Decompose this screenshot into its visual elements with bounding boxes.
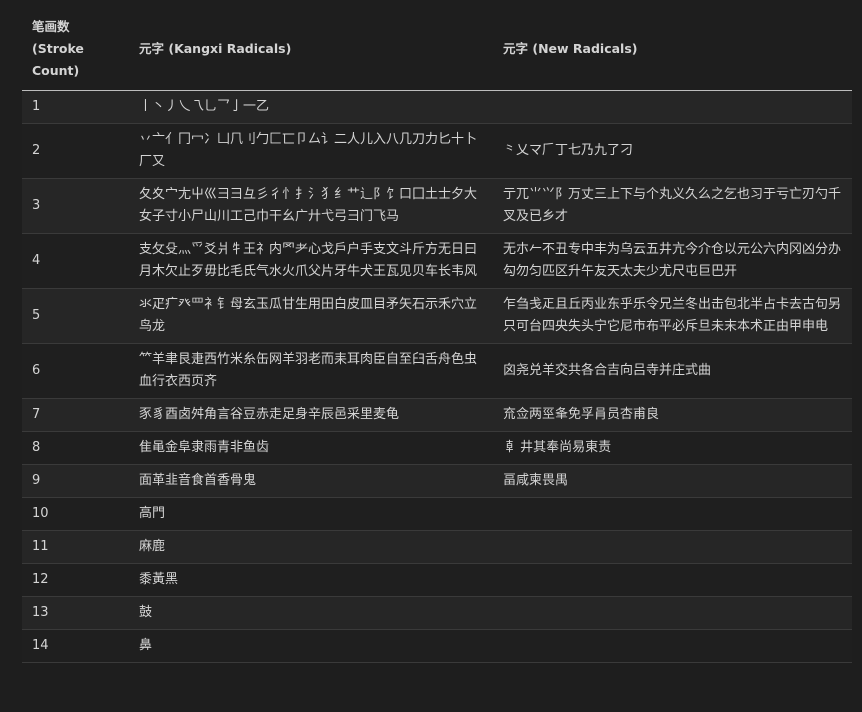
table-row: 13 鼓 [22, 596, 852, 630]
table-row: 11 麻鹿 [22, 530, 852, 564]
stroke-count-cell: 5 [22, 288, 129, 344]
header-kangxi-radicals: 元字 (Kangxi Radicals) [129, 10, 493, 91]
table-header: 笔画数 (Stroke Count) 元字 (Kangxi Radicals) … [22, 10, 852, 91]
stroke-count-cell: 13 [22, 596, 129, 630]
kangxi-radicals-cell: 麻鹿 [129, 530, 493, 564]
table-row: 1 丨丶丿乀乁乚乛亅一乙 [22, 90, 852, 124]
kangxi-radicals-cell: 黍黃黑 [129, 563, 493, 597]
stroke-count-cell: 7 [22, 398, 129, 432]
new-radicals-cell [493, 596, 852, 630]
new-radicals-cell [493, 530, 852, 564]
new-radicals-cell [493, 90, 852, 124]
table-row: 6 ⺮羊聿艮疌西竹米糸缶网羊羽老而耒耳肉臣自至臼舌舟色虫血行衣西页齐 囟尧兑羊交… [22, 343, 852, 399]
header-stroke-count: 笔画数 (Stroke Count) [22, 10, 129, 91]
kangxi-radicals-cell: 夂夊宀尢屮巛⺕彐彑彡彳忄扌氵犭纟艹辶阝饣口囗土士夕大女子寸小尸山川工己巾干幺广廾… [129, 178, 493, 234]
stroke-count-cell: 6 [22, 343, 129, 399]
new-radicals-cell [493, 497, 852, 531]
table-row: 4 支攵殳灬爫爻爿牜王礻内罓耂心戈戶户手支文斗斤方无日曰月木欠止歹毋比毛氏气水火… [22, 233, 852, 289]
kangxi-radicals-cell: 隹黾金阜隶雨青非鱼齿 [129, 431, 493, 465]
kangxi-radicals-cell: ⺮羊聿艮疌西竹米糸缶网羊羽老而耒耳肉臣自至臼舌舟色虫血行衣西页齐 [129, 343, 493, 399]
table-body: 1 丨丶丿乀乁乚乛亅一乙 2 丷亠亻冂冖冫凵𠘨刂勹匚匸卩厶讠二人儿入八几刀力匕十… [22, 90, 852, 663]
stroke-count-cell: 3 [22, 178, 129, 234]
kangxi-radicals-cell: 鼓 [129, 596, 493, 630]
header-new-radicals: 元字 (New Radicals) [493, 10, 852, 91]
kangxi-radicals-cell: 鼻 [129, 629, 493, 663]
stroke-count-cell: 9 [22, 464, 129, 498]
stroke-count-cell: 1 [22, 90, 129, 124]
stroke-count-cell: 12 [22, 563, 129, 597]
kangxi-radicals-cell: 丨丶丿乀乁乚乛亅一乙 [129, 90, 493, 124]
table-row: 2 丷亠亻冂冖冫凵𠘨刂勹匚匸卩厶讠二人儿入八几刀力匕十卜厂又 ⺀乂マ𠂆丁七乃九了… [22, 123, 852, 179]
table-row: 8 隹黾金阜隶雨青非鱼齿 𠦝 井其奉尚易東责 [22, 431, 852, 465]
table-row: 10 高門 [22, 497, 852, 531]
radicals-table: 笔画数 (Stroke Count) 元字 (Kangxi Radicals) … [22, 10, 852, 663]
stroke-count-cell: 2 [22, 123, 129, 179]
new-radicals-cell [493, 563, 852, 597]
new-radicals-cell: 无朩𠂉不丑专中丰为乌云五井亢今介仓以元公六内冈凶分办勾勿匀匹区升午友天太夫少尤尺… [493, 233, 852, 289]
table-row: 14 鼻 [22, 629, 852, 663]
kangxi-radicals-cell: 氺疋疒癶罒衤钅母玄玉瓜甘生用田白皮皿目矛矢石示禾穴立鸟龙 [129, 288, 493, 344]
kangxi-radicals-cell: 高門 [129, 497, 493, 531]
new-radicals-cell: ⺀乂マ𠂆丁七乃九了刁 [493, 123, 852, 179]
new-radicals-cell: 囟尧兑羊交共各合吉向吕寺并庄式曲 [493, 343, 852, 399]
stroke-count-cell: 14 [22, 629, 129, 663]
kangxi-radicals-cell: 面革韭音食首香骨鬼 [129, 464, 493, 498]
stroke-count-cell: 10 [22, 497, 129, 531]
stroke-count-cell: 8 [22, 431, 129, 465]
new-radicals-cell: 㐬佥两巠夆免孚肙员杏甫良 [493, 398, 852, 432]
stroke-count-cell: 4 [22, 233, 129, 289]
table-row: 9 面革韭音食首香骨鬼 畐咸柬畏禺 [22, 464, 852, 498]
new-radicals-cell: 𠦝 井其奉尚易東责 [493, 431, 852, 465]
table-row: 12 黍黃黑 [22, 563, 852, 597]
kangxi-radicals-cell: 丷亠亻冂冖冫凵𠘨刂勹匚匸卩厶讠二人儿入八几刀力匕十卜厂又 [129, 123, 493, 179]
table-row: 7 豕豸酉卤舛角言谷豆赤走足身辛辰邑采里麦龟 㐬佥两巠夆免孚肙员杏甫良 [22, 398, 852, 432]
table-row: 5 氺疋疒癶罒衤钅母玄玉瓜甘生用田白皮皿目矛矢石示禾穴立鸟龙 乍刍戋𤴓且丘丙业东… [22, 288, 852, 344]
kangxi-radicals-cell: 支攵殳灬爫爻爿牜王礻内罓耂心戈戶户手支文斗斤方无日曰月木欠止歹毋比毛氏气水火爪父… [129, 233, 493, 289]
kangxi-radicals-cell: 豕豸酉卤舛角言谷豆赤走足身辛辰邑采里麦龟 [129, 398, 493, 432]
table-row: 3 夂夊宀尢屮巛⺕彐彑彡彳忄扌氵犭纟艹辶阝饣口囗土士夕大女子寸小尸山川工己巾干幺… [22, 178, 852, 234]
new-radicals-cell: 乍刍戋𤴓且丘丙业东乎乐令兄兰冬出击包北半占卡去古句另只可台四央失头宁它尼市布平必… [493, 288, 852, 344]
new-radicals-cell: 畐咸柬畏禺 [493, 464, 852, 498]
stroke-count-cell: 11 [22, 530, 129, 564]
new-radicals-cell [493, 629, 852, 663]
header-row: 笔画数 (Stroke Count) 元字 (Kangxi Radicals) … [22, 10, 852, 91]
new-radicals-cell: 亍兀⺌⺍阝万丈三上下与个丸义久么之乞也习于亏亡刃勺千叉及已乡才 [493, 178, 852, 234]
